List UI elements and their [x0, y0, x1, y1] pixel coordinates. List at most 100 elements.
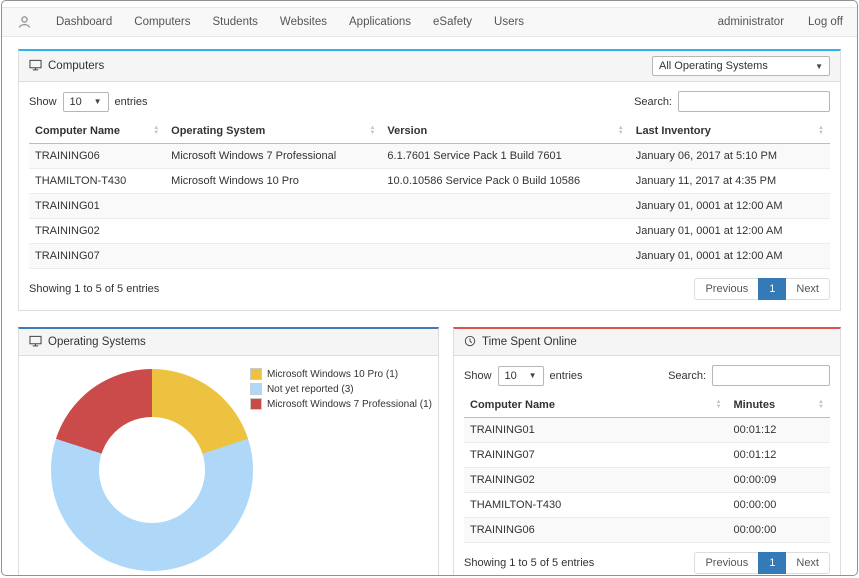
computer-name-cell: TRAINING02	[29, 219, 165, 244]
legend-label: Microsoft Windows 7 Professional (1)	[267, 399, 432, 410]
show-label: Show	[464, 370, 492, 382]
nav-item-applications[interactable]: Applications	[338, 16, 422, 28]
entries-summary: Showing 1 to 5 of 5 entries	[29, 283, 159, 295]
table-header-row: Computer Name▲▼ Minutes▲▼	[464, 393, 830, 418]
app-window: Dashboard Computers Students Websites Ap…	[1, 0, 858, 576]
table-header-row: Computer Name▲▼ Operating System▲▼ Versi…	[29, 119, 830, 144]
minutes-cell: 00:00:00	[728, 493, 830, 518]
column-header-version[interactable]: Version▲▼	[381, 119, 629, 144]
time-spent-panel-title: Time Spent Online	[464, 335, 577, 350]
operating-systems-panel: Operating Systems Microsoft Windows 10 P…	[18, 327, 439, 576]
time-page-size-select[interactable]: 10 ▼	[498, 366, 544, 386]
sort-icon: ▲▼	[818, 126, 824, 136]
time-table-controls: Show 10 ▼ entries Search:	[454, 356, 840, 391]
table-row: TRAINING07 January 01, 0001 at 12:00 AM	[29, 244, 830, 269]
computer-name-cell: TRAINING06	[464, 518, 728, 543]
table-row: TRAINING02 00:00:09	[464, 468, 830, 493]
computer-name-cell: THAMILTON-T430	[464, 493, 728, 518]
clock-icon	[464, 335, 476, 350]
previous-page-button[interactable]: Previous	[694, 278, 759, 300]
table-row: TRAINING06 Microsoft Windows 7 Professio…	[29, 144, 830, 169]
sort-icon: ▲▼	[618, 126, 624, 136]
legend-swatch	[250, 368, 262, 380]
navbar: Dashboard Computers Students Websites Ap…	[2, 7, 857, 37]
page-1-button[interactable]: 1	[758, 278, 786, 300]
entries-label: entries	[115, 96, 148, 108]
show-label: Show	[29, 96, 57, 108]
operating-systems-panel-header: Operating Systems	[19, 329, 438, 356]
minutes-cell: 00:00:09	[728, 468, 830, 493]
column-header-last-inventory[interactable]: Last Inventory▲▼	[630, 119, 830, 144]
next-page-button[interactable]: Next	[785, 278, 830, 300]
operating-systems-panel-title: Operating Systems	[29, 335, 146, 350]
nav-item-esafety[interactable]: eSafety	[422, 16, 483, 28]
column-header-computer-name[interactable]: Computer Name▲▼	[29, 119, 165, 144]
logoff-link[interactable]: Log off	[808, 16, 843, 28]
legend-item: Microsoft Windows 7 Professional (1)	[250, 398, 432, 410]
main-content: Computers All Operating Systems ▼ Show 1…	[2, 37, 857, 576]
os-chart-area: Microsoft Windows 10 Pro (1) Not yet rep…	[19, 356, 438, 576]
monitor-icon	[29, 335, 42, 350]
computer-name-cell: TRAINING01	[464, 418, 728, 443]
operating-system-cell	[165, 219, 381, 244]
computers-panel-title: Computers	[29, 59, 104, 74]
navbar-username: administrator	[718, 16, 784, 28]
next-page-button[interactable]: Next	[785, 552, 830, 574]
computers-table-controls: Show 10 ▼ entries Search:	[19, 82, 840, 117]
version-cell	[381, 244, 629, 269]
last-inventory-cell: January 01, 0001 at 12:00 AM	[630, 244, 830, 269]
column-header-minutes[interactable]: Minutes▲▼	[728, 393, 830, 418]
bottom-row: Operating Systems Microsoft Windows 10 P…	[18, 327, 841, 576]
page-1-button[interactable]: 1	[758, 552, 786, 574]
time-search-input[interactable]	[712, 365, 830, 386]
column-header-operating-system[interactable]: Operating System▲▼	[165, 119, 381, 144]
minutes-cell: 00:01:12	[728, 443, 830, 468]
computer-name-cell: THAMILTON-T430	[29, 169, 165, 194]
monitor-icon	[29, 59, 42, 74]
app-logo-icon	[16, 14, 33, 31]
last-inventory-cell: January 01, 0001 at 12:00 AM	[630, 194, 830, 219]
computers-search-input[interactable]	[678, 91, 830, 112]
nav-item-users[interactable]: Users	[483, 16, 535, 28]
computer-name-cell: TRAINING01	[29, 194, 165, 219]
entries-summary: Showing 1 to 5 of 5 entries	[464, 557, 594, 569]
computer-name-cell: TRAINING07	[464, 443, 728, 468]
operating-system-cell: Microsoft Windows 7 Professional	[165, 144, 381, 169]
column-header-computer-name[interactable]: Computer Name▲▼	[464, 393, 728, 418]
minutes-cell: 00:00:00	[728, 518, 830, 543]
computer-name-cell: TRAINING07	[29, 244, 165, 269]
chart-legend: Microsoft Windows 10 Pro (1) Not yet rep…	[250, 368, 432, 413]
nav-item-websites[interactable]: Websites	[269, 16, 338, 28]
entries-label: entries	[550, 370, 583, 382]
table-row: THAMILTON-T430 00:00:00	[464, 493, 830, 518]
last-inventory-cell: January 06, 2017 at 5:10 PM	[630, 144, 830, 169]
version-cell	[381, 219, 629, 244]
donut-hole	[99, 417, 205, 523]
os-filter-select[interactable]: All Operating Systems ▼	[652, 56, 830, 76]
donut-chart	[51, 369, 253, 571]
pagination: Previous 1 Next	[695, 552, 830, 574]
legend-label: Microsoft Windows 10 Pro (1)	[267, 369, 398, 380]
table-row: TRAINING02 January 01, 0001 at 12:00 AM	[29, 219, 830, 244]
operating-system-cell: Microsoft Windows 10 Pro	[165, 169, 381, 194]
sort-icon: ▲▼	[818, 400, 824, 410]
table-row: THAMILTON-T430 Microsoft Windows 10 Pro …	[29, 169, 830, 194]
computers-panel: Computers All Operating Systems ▼ Show 1…	[18, 49, 841, 311]
nav-item-students[interactable]: Students	[202, 16, 269, 28]
pagination: Previous 1 Next	[695, 278, 830, 300]
computers-table: Computer Name▲▼ Operating System▲▼ Versi…	[29, 119, 830, 269]
operating-system-cell	[165, 194, 381, 219]
nav-item-computers[interactable]: Computers	[123, 16, 201, 28]
time-spent-panel-header: Time Spent Online	[454, 329, 840, 356]
chevron-down-icon: ▼	[815, 62, 823, 71]
previous-page-button[interactable]: Previous	[694, 552, 759, 574]
computer-name-cell: TRAINING06	[29, 144, 165, 169]
sort-icon: ▲▼	[153, 126, 159, 136]
search-label: Search:	[634, 96, 672, 108]
computers-page-size-select[interactable]: 10 ▼	[63, 92, 109, 112]
minutes-cell: 00:01:12	[728, 418, 830, 443]
search-label: Search:	[668, 370, 706, 382]
computers-panel-header: Computers All Operating Systems ▼	[19, 51, 840, 82]
time-table-footer: Showing 1 to 5 of 5 entries Previous 1 N…	[454, 543, 840, 576]
nav-item-dashboard[interactable]: Dashboard	[45, 16, 123, 28]
